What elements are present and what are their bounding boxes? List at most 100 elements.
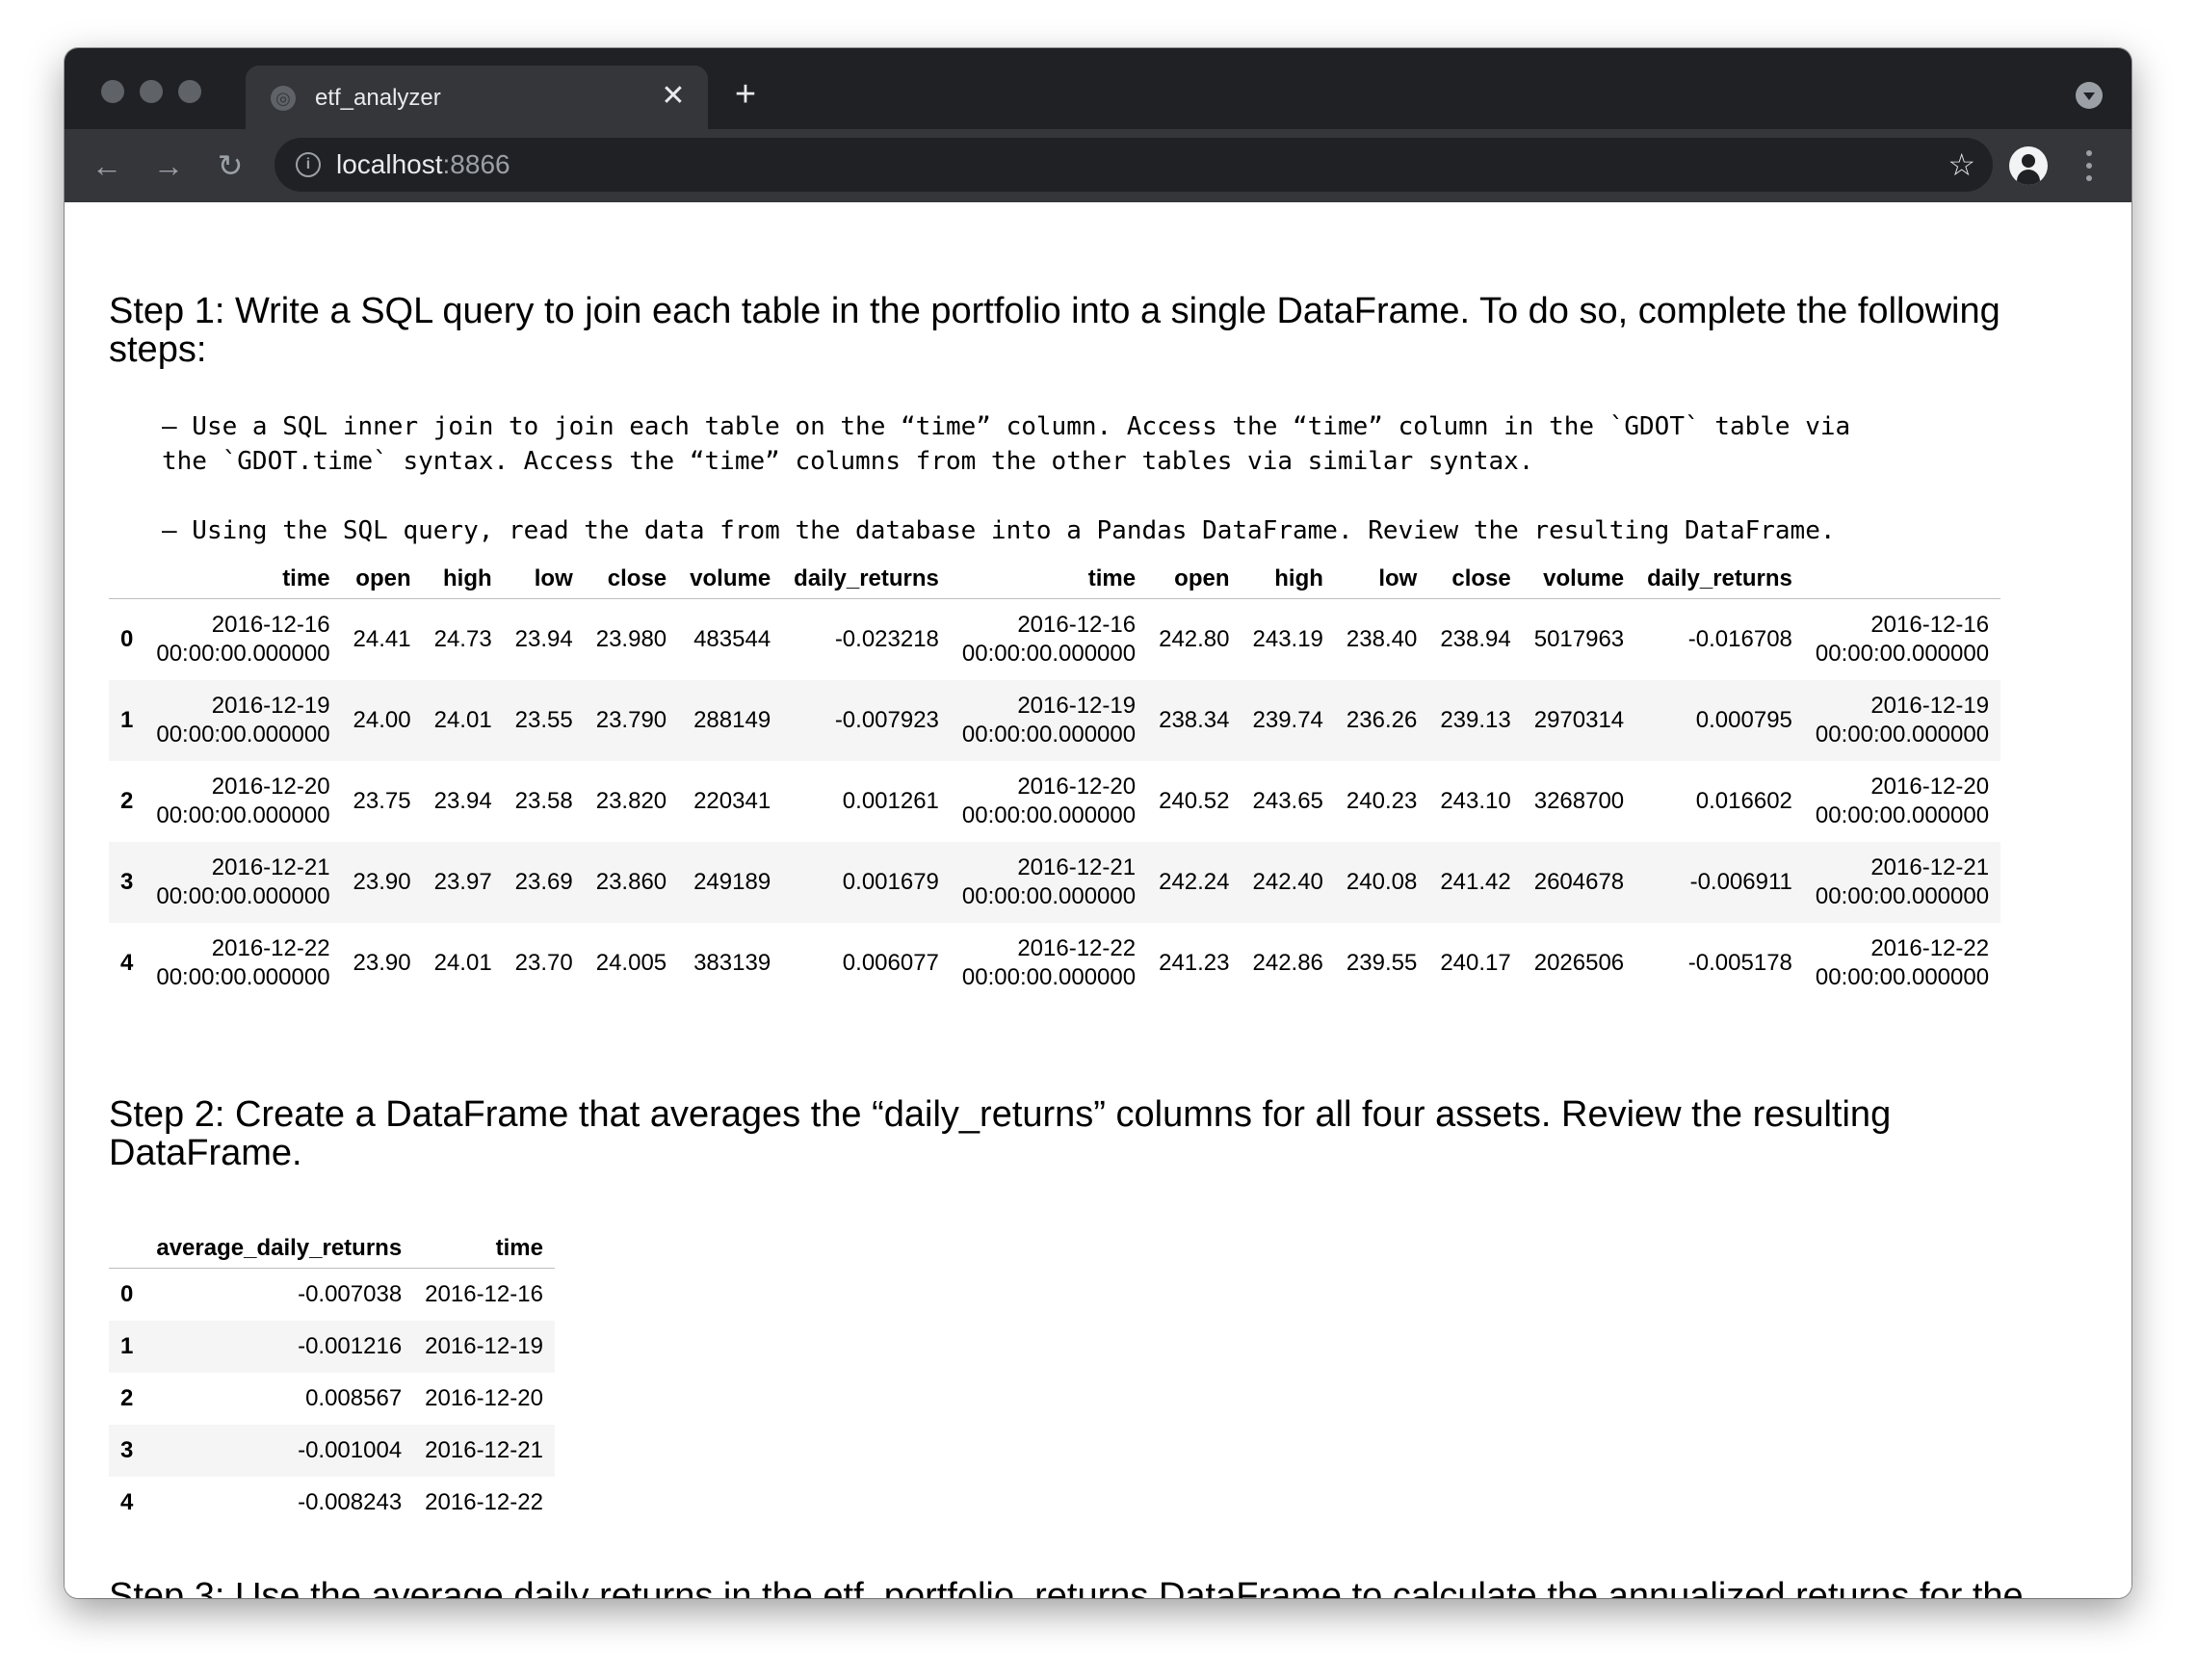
time-date: 2016-12-19 (211, 692, 330, 719)
column-header (109, 542, 145, 599)
reload-icon[interactable]: ↻ (209, 144, 251, 187)
column-header: open (1147, 542, 1242, 599)
time-date: 2016-12-20 (1017, 773, 1137, 800)
table-cell-time: 2016-12-21 00:00:00.000000 (951, 842, 1147, 923)
time-date: 2016-12-22 (1870, 934, 1990, 961)
row-index: 1 (120, 706, 134, 733)
column-header: time (950, 542, 1148, 599)
table-row: 2 2016-12-20 00:00:00.000000 23.75 23.94 23.5… (109, 761, 2000, 842)
menu-kebab-icon[interactable] (2078, 144, 2101, 187)
time-clock: 00:00:00.000000 (961, 640, 1137, 667)
bookmark-star-icon[interactable]: ☆ (1948, 145, 1975, 184)
step2-heading: Step 2: Create a DataFrame that averages… (109, 1094, 1892, 1173)
tab-strip: ◎ etf_analyzer ✕ + (65, 48, 2131, 129)
time-date: 2016-12-16 (1870, 611, 1990, 638)
time-date: 2016-12-20 (211, 773, 330, 800)
table-row: 1 2016-12-19 00:00:00.000000 24.00 24.01 23.5… (109, 679, 2001, 761)
close-tab-icon[interactable]: ✕ (654, 77, 693, 116)
column-header: low (1334, 542, 1429, 599)
table-cell: 24.01 (433, 949, 492, 976)
url-host: localhost (336, 149, 443, 179)
table-row: 2 0.008567 2016-12-20 (109, 1373, 555, 1425)
table-cell: 23.820 (595, 787, 667, 814)
table-cell: -0.008243 (298, 1488, 403, 1515)
time-date: 2016-12-21 (1017, 853, 1137, 880)
column-header: high (1241, 542, 1335, 599)
table-row: 4 2016-12-22 00:00:00.000000 23.90 24.01 23.7… (109, 923, 2000, 1004)
table-cell: 0.006077 (842, 949, 939, 976)
forward-icon[interactable]: → (147, 144, 190, 187)
new-tab-icon[interactable]: + (726, 75, 765, 114)
table-cell: 2016-12-21 (425, 1436, 543, 1463)
zoom-window-button[interactable] (178, 80, 201, 103)
time-date: 2016-12-21 (211, 853, 330, 880)
table-cell: 240.23 (1346, 787, 1418, 814)
table-cell: -0.007923 (834, 706, 939, 733)
tab-etf-analyzer[interactable]: ◎ etf_analyzer ✕ (246, 66, 708, 129)
time-date: 2016-12-16 (211, 611, 330, 638)
row-index: 0 (120, 625, 134, 652)
url-text[interactable]: localhost:8866 (336, 149, 510, 180)
tab-search-icon[interactable] (2076, 82, 2103, 109)
table-cell: 242.24 (1159, 868, 1230, 895)
table-cell-time: 2016-12-22 00:00:00.000000 (1804, 923, 2000, 1004)
column-header: volume (1522, 542, 1636, 599)
profile-avatar-icon[interactable] (2009, 146, 2048, 185)
table-cell: 242.40 (1252, 868, 1323, 895)
table-cell: 220341 (693, 787, 771, 814)
table-cell: 0.001679 (842, 868, 939, 895)
step1-bullet-1: – Use a SQL inner join to join each tabl… (162, 412, 1851, 476)
time-date: 2016-12-21 (1870, 853, 1990, 880)
table-cell-time: 2016-12-20 00:00:00.000000 (144, 761, 341, 842)
time-clock: 00:00:00.000000 (156, 640, 330, 667)
step1-instructions: – Use a SQL inner join to join each tabl… (109, 409, 1850, 548)
page-content[interactable]: Step 1: Write a SQL query to join each t… (65, 202, 2131, 1598)
table-cell: 24.005 (595, 949, 667, 976)
table-cell: 23.790 (595, 706, 667, 733)
table-cell: 2970314 (1533, 706, 1625, 733)
table-row: 3 -0.001004 2016-12-21 (109, 1424, 555, 1477)
address-bar[interactable]: i localhost:8866 ☆ (274, 138, 1993, 192)
table-cell: 23.55 (514, 706, 573, 733)
time-clock: 00:00:00.000000 (1815, 963, 1990, 990)
tab-title: etf_analyzer (315, 85, 441, 111)
table-cell: -0.005178 (1687, 949, 1792, 976)
table-cell: 383139 (693, 949, 771, 976)
table-cell: 23.70 (514, 949, 573, 976)
table-cell: 0.016602 (1695, 787, 1792, 814)
table-cell: 2016-12-20 (425, 1384, 543, 1411)
table-cell: 23.980 (595, 625, 667, 652)
table-cell: 24.01 (433, 706, 492, 733)
column-header: close (1428, 542, 1523, 599)
table-cell: -0.023218 (834, 625, 939, 652)
table-cell: 240.52 (1159, 787, 1230, 814)
row-index: 2 (120, 787, 134, 814)
table-cell-time: 2016-12-19 00:00:00.000000 (951, 680, 1147, 761)
table-cell: 3268700 (1533, 787, 1625, 814)
browser-window: ◎ etf_analyzer ✕ + ← → ↻ i localhost:886… (65, 48, 2131, 1598)
column-header: daily_returns (1635, 542, 1804, 599)
close-window-button[interactable] (101, 80, 124, 103)
table-cell: 23.90 (353, 949, 411, 976)
back-icon[interactable]: ← (86, 144, 128, 187)
table-row: 1 -0.001216 2016-12-19 (109, 1320, 555, 1373)
table-cell: 23.97 (433, 868, 492, 895)
table-cell-time: 2016-12-21 00:00:00.000000 (1804, 842, 2000, 923)
time-date: 2016-12-19 (1870, 692, 1990, 719)
column-header: time (144, 542, 342, 599)
minimize-window-button[interactable] (140, 80, 163, 103)
column-header: volume (678, 542, 783, 599)
table-cell: 241.42 (1440, 868, 1511, 895)
table-cell: 23.860 (595, 868, 667, 895)
time-clock: 00:00:00.000000 (1815, 721, 1990, 748)
table-cell: 240.08 (1346, 868, 1418, 895)
table-cell-time: 2016-12-22 00:00:00.000000 (144, 923, 341, 1004)
table-cell: 2016-12-16 (425, 1280, 543, 1307)
table-cell: 243.10 (1440, 787, 1511, 814)
table-cell-time: 2016-12-22 00:00:00.000000 (951, 923, 1147, 1004)
time-clock: 00:00:00.000000 (961, 882, 1137, 909)
row-index: 0 (120, 1280, 134, 1307)
info-icon[interactable]: i (296, 152, 321, 177)
step1-heading: Step 1: Write a SQL query to join each t… (109, 291, 2000, 370)
table-cell: 243.19 (1252, 625, 1323, 652)
